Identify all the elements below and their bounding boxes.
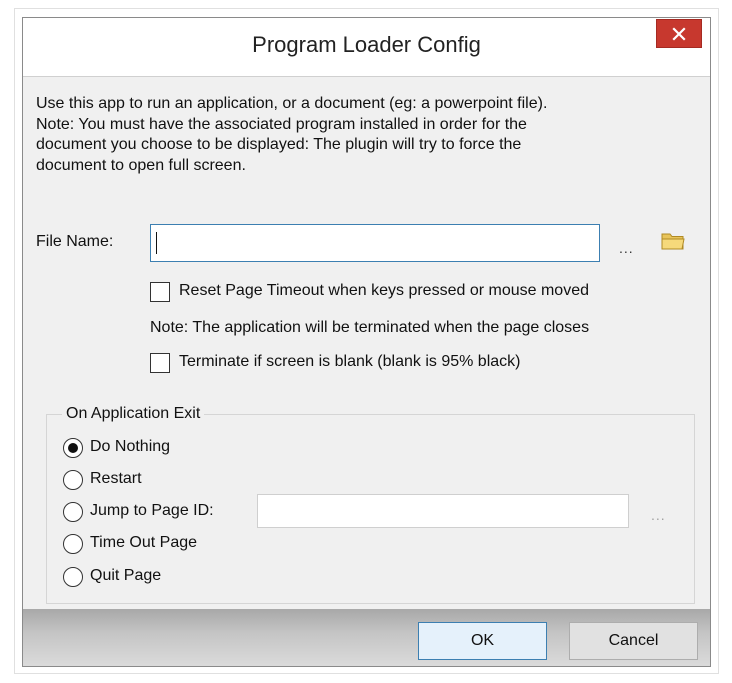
close-icon xyxy=(672,26,686,41)
cancel-button[interactable]: Cancel xyxy=(569,622,698,660)
terminate-note: Note: The application will be terminated… xyxy=(150,319,590,336)
description-line: Note: You must have the associated progr… xyxy=(36,115,527,133)
radio-time-out-page[interactable] xyxy=(63,534,83,554)
description-line: document you choose to be displayed: The… xyxy=(36,136,522,153)
radio-do-nothing[interactable] xyxy=(63,438,83,458)
radio-label-do-nothing: Do Nothing xyxy=(90,438,171,455)
folder-icon[interactable] xyxy=(661,231,685,256)
radio-label-quit-page: Quit Page xyxy=(90,567,162,584)
description-line: Use this app to run an application, or a… xyxy=(36,95,548,112)
radio-selected-dot xyxy=(68,443,78,453)
radio-label-jump-to-page-id: Jump to Page ID: xyxy=(90,502,214,519)
page-id-input[interactable] xyxy=(257,494,629,528)
file-browse-button[interactable]: ... xyxy=(619,240,634,256)
radio-label-restart: Restart xyxy=(90,470,142,487)
on-exit-group-title: On Application Exit xyxy=(62,405,205,423)
radio-quit-page[interactable] xyxy=(63,567,83,587)
top-strip xyxy=(0,0,732,6)
radio-label-time-out-page: Time Out Page xyxy=(90,534,198,551)
text-caret xyxy=(156,232,157,254)
close-button[interactable] xyxy=(656,19,702,48)
radio-jump-to-page-id[interactable] xyxy=(63,502,83,522)
file-name-input[interactable] xyxy=(150,224,600,262)
description-text: Use this app to run an application, or a… xyxy=(36,94,701,176)
terminate-blank-checkbox[interactable] xyxy=(150,353,170,373)
reset-timeout-checkbox[interactable] xyxy=(150,282,170,302)
title-bar[interactable]: Program Loader Config xyxy=(23,18,710,77)
button-bar: OK Cancel xyxy=(23,609,710,666)
file-name-label: File Name: xyxy=(36,233,114,250)
ok-button[interactable]: OK xyxy=(418,622,547,660)
dialog-body: Use this app to run an application, or a… xyxy=(23,77,710,609)
dialog-window: Program Loader Config Use this app to ru… xyxy=(22,17,711,667)
description-line: document to open full screen. xyxy=(36,156,246,174)
reset-timeout-label: Reset Page Timeout when keys pressed or … xyxy=(179,282,589,299)
window-title: Program Loader Config xyxy=(252,32,481,57)
terminate-blank-label: Terminate if screen is blank (blank is 9… xyxy=(179,353,521,370)
radio-restart[interactable] xyxy=(63,470,83,490)
page-id-browse-button[interactable]: ... xyxy=(651,507,666,523)
